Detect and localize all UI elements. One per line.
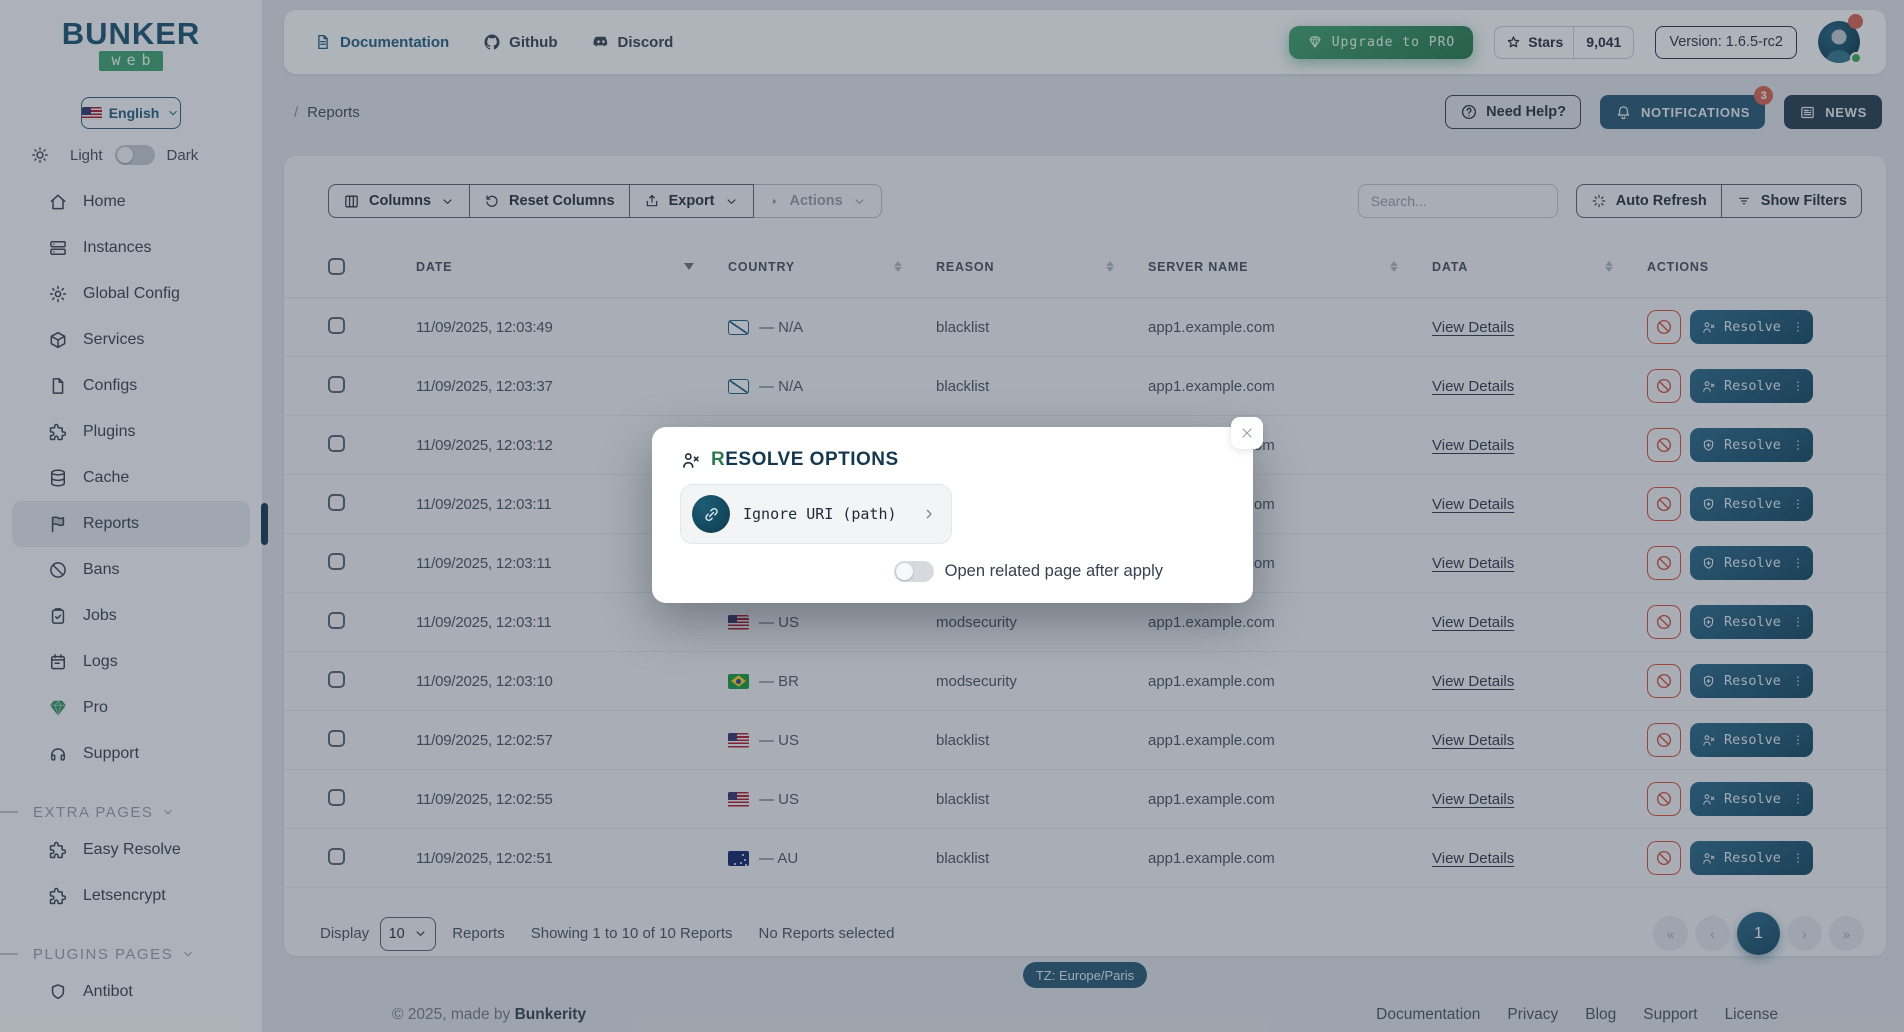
open-related-page-toggle[interactable]	[894, 561, 934, 582]
close-icon[interactable]	[1231, 417, 1263, 449]
modal-toggle-row: Open related page after apply	[680, 561, 1225, 582]
modal-title: RESOLVE OPTIONS	[711, 449, 899, 471]
resolve-options-modal: RESOLVE OPTIONS Ignore URI (path) Open r…	[652, 427, 1253, 603]
modal-header: RESOLVE OPTIONS	[680, 449, 1225, 471]
chevron-right-icon	[921, 506, 937, 522]
toggle-label: Open related page after apply	[945, 562, 1163, 581]
link-icon	[692, 495, 730, 533]
user-x-icon	[680, 450, 701, 471]
option-label: Ignore URI (path)	[743, 505, 897, 523]
ignore-uri-option[interactable]: Ignore URI (path)	[680, 484, 952, 544]
